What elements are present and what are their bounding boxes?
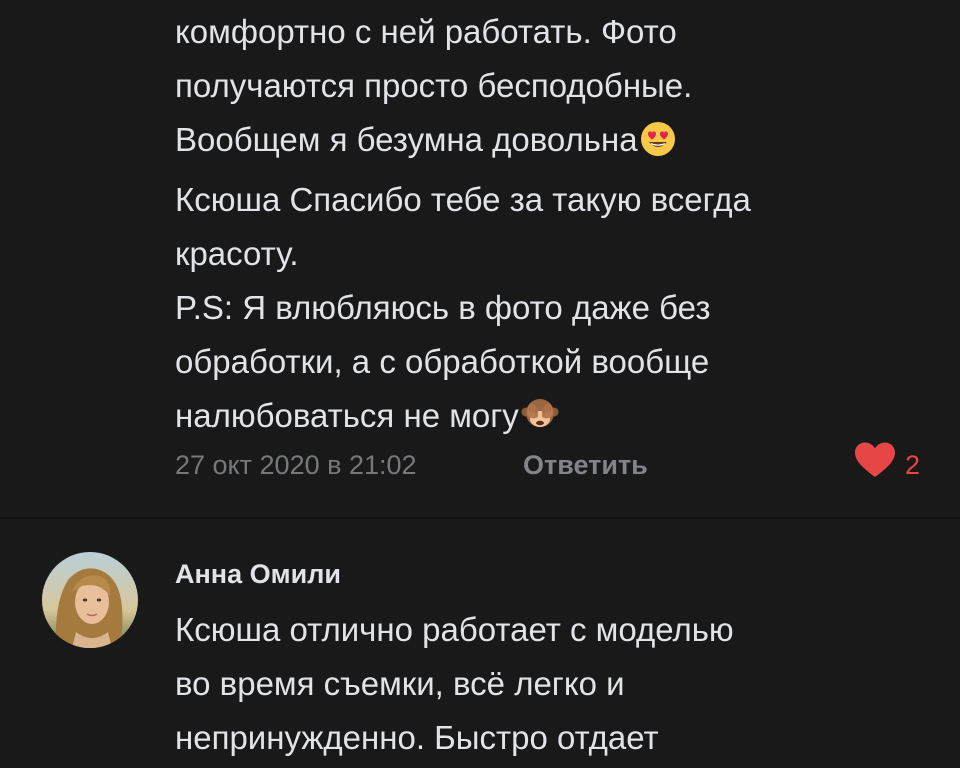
comment-line: красоту.: [175, 235, 299, 272]
comment-line: комфортно с ней работать. Фото: [175, 13, 677, 50]
comment-item: комфортно с ней работать. Фото получаютс…: [0, 0, 960, 515]
comment-line: обработки, а с обработкой вообще: [175, 343, 710, 380]
comment-text: Ксюша отлично работает с моделью во врем…: [175, 603, 915, 765]
comment-line: Ксюша Спасибо тебе за такую всегда: [175, 181, 751, 218]
see-no-evil-monkey-icon: [521, 395, 559, 449]
like-count: 2: [904, 450, 920, 480]
comments-screen: комфортно с ней работать. Фото получаютс…: [0, 0, 960, 768]
comment-text: комфортно с ней работать. Фото получаютс…: [175, 5, 915, 449]
author-name[interactable]: Анна Омили: [175, 559, 341, 590]
comment-line: налюбоваться не могу: [175, 389, 915, 449]
comment-date: 27 окт 2020 в 21:02: [175, 450, 417, 480]
comment-line: получаются просто бесподобные.: [175, 67, 693, 104]
like-button[interactable]: 2: [853, 442, 920, 485]
comment-item: Анна Омили Ксюша отлично работает с моде…: [0, 519, 960, 768]
comment-line-text: Вообщем я безумна довольна: [175, 121, 638, 158]
comment-line: Вообщем я безумна довольна: [175, 113, 915, 173]
heart-icon: [853, 441, 897, 490]
comment-line: во время съемки, всё легко и: [175, 665, 625, 702]
comment-meta: 27 окт 2020 в 21:02 Ответить 2: [175, 442, 920, 485]
comment-line: P.S: Я влюбляюсь в фото даже без: [175, 289, 711, 326]
comment-line: непринужденно. Быстро отдает: [175, 719, 659, 756]
reply-button[interactable]: Ответить: [523, 445, 648, 485]
smiling-face-with-heart-eyes-icon: [640, 119, 676, 173]
comment-line: Ксюша отлично работает с моделью: [175, 611, 734, 648]
comment-line-text: налюбоваться не могу: [175, 397, 519, 434]
avatar[interactable]: [42, 552, 138, 648]
